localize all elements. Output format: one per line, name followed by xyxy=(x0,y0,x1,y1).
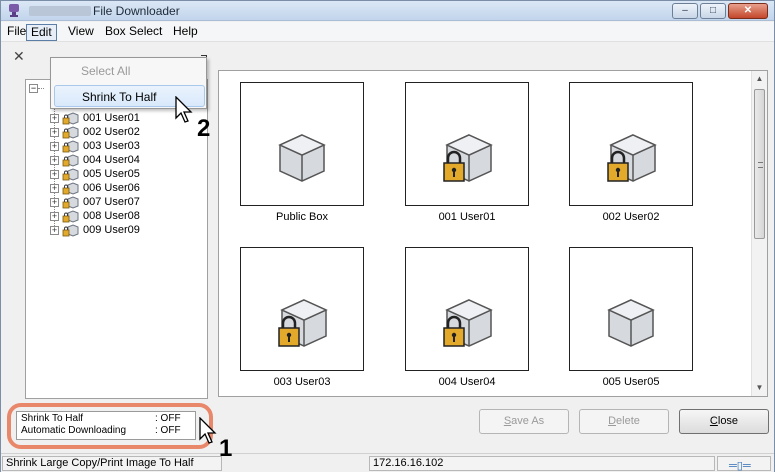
box-label: 005 User05 xyxy=(602,376,660,388)
box-tile-public[interactable] xyxy=(240,82,364,206)
expand-icon[interactable]: + xyxy=(50,198,59,207)
box-grid-panel: Public Box 001 User01 002 User02 003 Use… xyxy=(218,70,768,397)
mouse-pointer-icon xyxy=(175,96,193,123)
tree-item-label: 001 User01 xyxy=(83,112,140,124)
expand-icon[interactable]: + xyxy=(50,114,59,123)
expand-icon[interactable]: + xyxy=(50,212,59,221)
grip-icon xyxy=(758,162,763,168)
expand-icon[interactable]: + xyxy=(50,226,59,235)
step-number-1: 1 xyxy=(219,435,233,462)
tree-item-label: 008 User08 xyxy=(83,210,140,222)
box-label: 001 User01 xyxy=(438,211,496,223)
callout-highlight xyxy=(7,403,213,449)
save-as-label: ave As xyxy=(511,415,545,427)
scrollbar-thumb[interactable] xyxy=(754,89,765,239)
file-downloader-window: File Downloader – □ ✕ File Edit View Box… xyxy=(0,0,775,472)
locked-box-icon xyxy=(62,210,79,223)
scroll-up-icon[interactable]: ▲ xyxy=(752,71,767,87)
locked-box-icon xyxy=(62,140,79,153)
close-window-button[interactable]: ✕ xyxy=(728,3,768,19)
locked-box-icon xyxy=(443,299,493,347)
box-icon xyxy=(607,299,655,347)
expand-icon[interactable]: + xyxy=(50,142,59,151)
delete-tool-icon[interactable]: ✕ xyxy=(13,48,25,65)
box-label: 002 User02 xyxy=(602,211,660,223)
box-tile-user03[interactable] xyxy=(240,247,364,371)
scroll-down-icon[interactable]: ▼ xyxy=(752,380,767,396)
box-tile-user05[interactable] xyxy=(569,247,693,371)
box-tile-user04[interactable] xyxy=(405,247,529,371)
tree-item-label: 007 User07 xyxy=(83,196,140,208)
box-icon xyxy=(278,134,326,182)
locked-box-icon xyxy=(62,196,79,209)
maximize-button[interactable]: □ xyxy=(700,3,726,19)
status-bar: Shrink Large Copy/Print Image To Half 17… xyxy=(1,453,774,472)
save-as-button[interactable]: Save As xyxy=(479,409,569,434)
tree-item-label: 005 User05 xyxy=(83,168,140,180)
delete-accelerator: D xyxy=(608,415,617,427)
box-label: 004 User04 xyxy=(438,376,496,388)
title-redacted-region xyxy=(29,6,91,16)
step-number-2: 2 xyxy=(197,115,211,142)
delete-button[interactable]: Delete xyxy=(579,409,669,434)
collapse-icon[interactable]: − xyxy=(29,84,38,93)
tree-item-label: 006 User06 xyxy=(83,182,140,194)
locked-box-icon xyxy=(443,134,493,182)
connection-icon: ═▯═ xyxy=(729,460,751,472)
menu-view[interactable]: View xyxy=(64,24,98,41)
menu-item-select-all[interactable]: Select All xyxy=(54,60,205,82)
locked-box-icon xyxy=(278,299,328,347)
box-label: 003 User03 xyxy=(273,376,331,388)
expand-icon[interactable]: + xyxy=(50,128,59,137)
menu-help[interactable]: Help xyxy=(169,24,202,41)
title-bar[interactable]: File Downloader – □ ✕ xyxy=(1,1,774,21)
app-icon xyxy=(9,4,19,17)
locked-box-icon xyxy=(62,182,79,195)
locked-box-icon xyxy=(62,154,79,167)
window-title: File Downloader xyxy=(93,4,180,18)
expand-icon[interactable]: + xyxy=(50,170,59,179)
menu-box-select[interactable]: Box Select xyxy=(101,24,166,41)
menu-edit[interactable]: Edit xyxy=(26,24,57,41)
tree-connector xyxy=(38,88,44,89)
locked-box-icon xyxy=(62,224,79,237)
menu-bar: File Edit View Box Select Help xyxy=(1,22,774,42)
status-message: Shrink Large Copy/Print Image To Half xyxy=(2,456,222,471)
expand-icon[interactable]: + xyxy=(50,156,59,165)
status-ip-address: 172.16.16.102 xyxy=(369,456,715,471)
tree-item-label: 002 User02 xyxy=(83,126,140,138)
vertical-scrollbar[interactable]: ▲ ▼ xyxy=(751,71,767,396)
minimize-button[interactable]: – xyxy=(672,3,698,19)
close-accelerator: C xyxy=(709,415,718,427)
close-button[interactable]: Close xyxy=(679,409,769,434)
box-label: Public Box xyxy=(276,211,328,223)
tree-item-label: 004 User04 xyxy=(83,154,140,166)
tree-item-label: 009 User09 xyxy=(83,224,140,236)
locked-box-icon xyxy=(62,126,79,139)
tree-item-label: 003 User03 xyxy=(83,140,140,152)
mouse-pointer-icon xyxy=(199,417,217,444)
locked-box-icon xyxy=(62,168,79,181)
close-label: lose xyxy=(717,415,739,427)
locked-box-icon xyxy=(62,112,79,125)
box-tree-panel: − + 001 User01 + 002 User02 + 003 User03… xyxy=(25,79,208,399)
box-tile-user02[interactable] xyxy=(569,82,693,206)
expand-icon[interactable]: + xyxy=(50,184,59,193)
delete-label: elete xyxy=(616,415,640,427)
locked-box-icon xyxy=(607,134,657,182)
box-tile-user01[interactable] xyxy=(405,82,529,206)
